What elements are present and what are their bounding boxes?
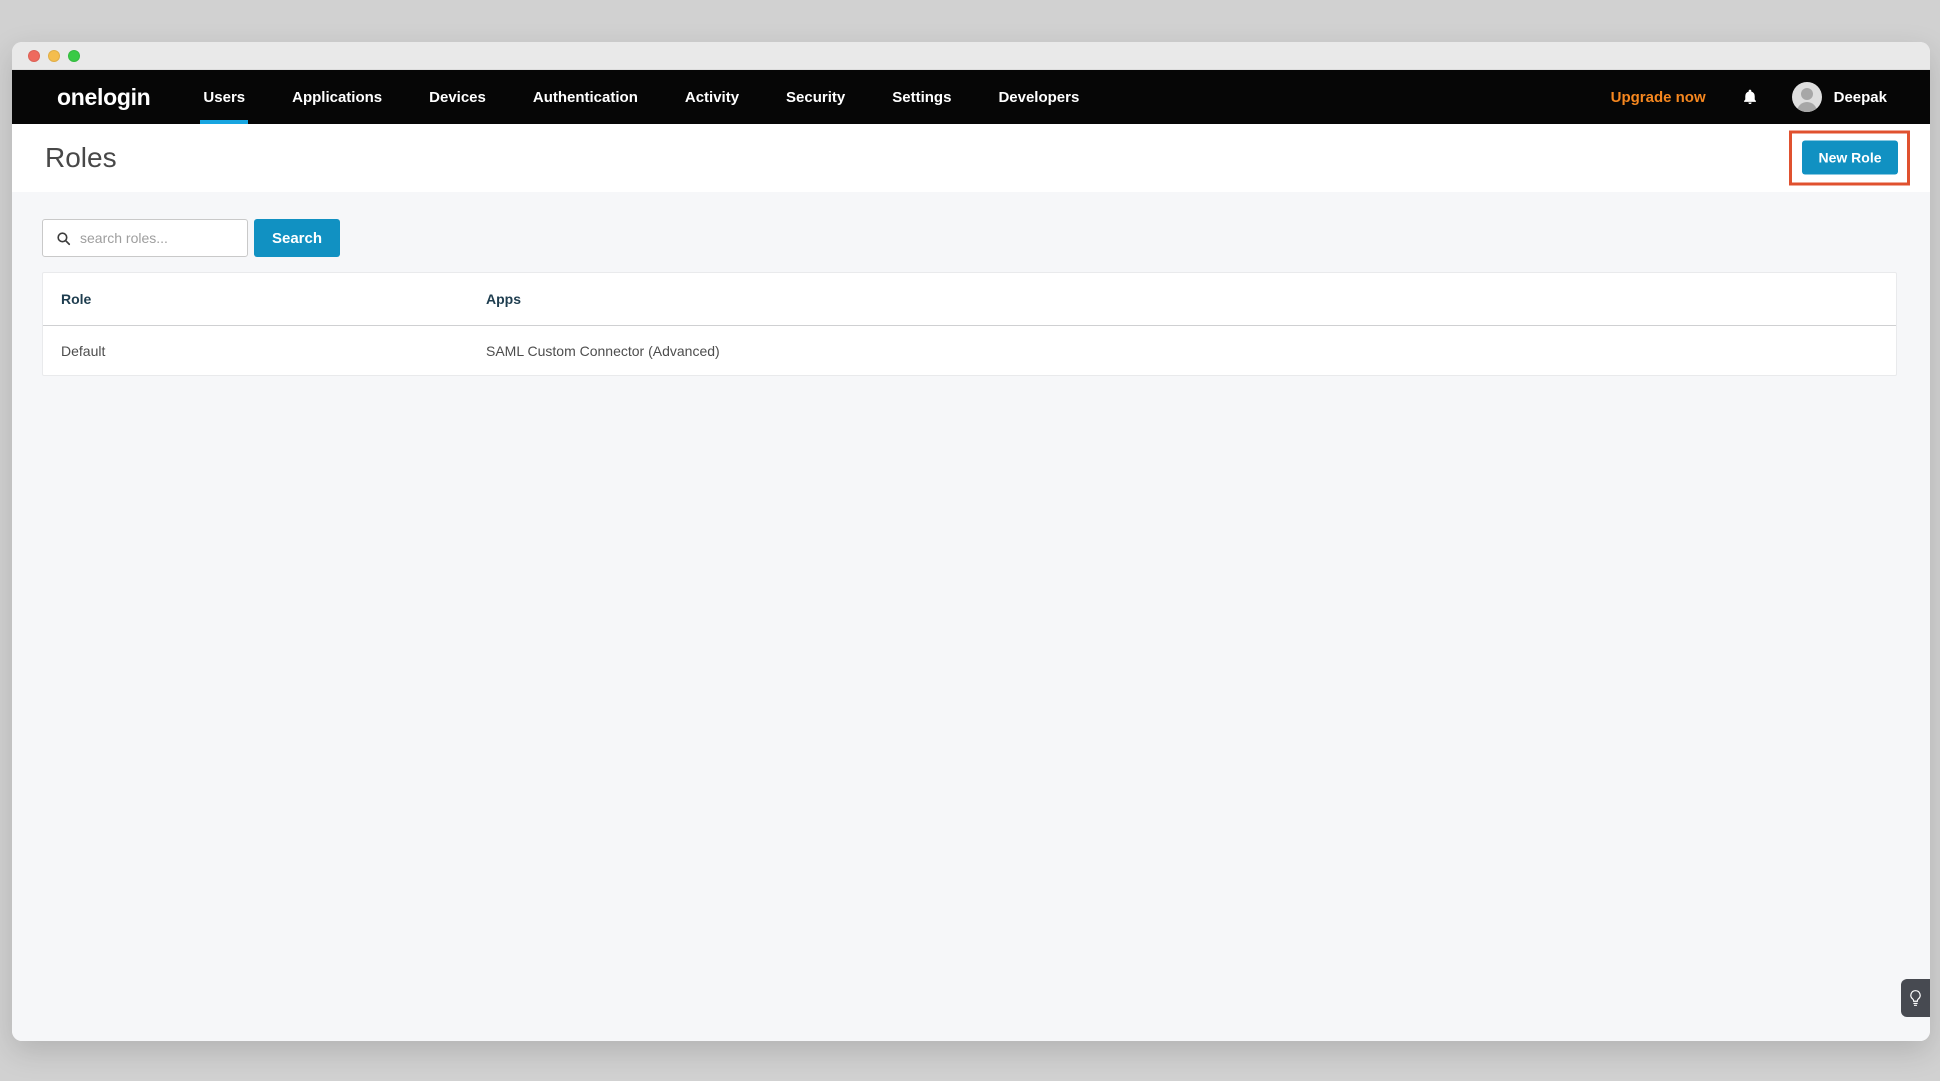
- onelogin-logo[interactable]: onelogin: [57, 84, 150, 111]
- nav-item-applications[interactable]: Applications: [289, 70, 385, 124]
- top-navigation: onelogin Users Applications Devices Auth…: [12, 70, 1930, 124]
- page-content: Search Role Apps Default SAML Custom Con…: [12, 192, 1930, 1041]
- nav-item-security[interactable]: Security: [783, 70, 848, 124]
- search-icon: [56, 231, 71, 246]
- apps-cell: SAML Custom Connector (Advanced): [486, 343, 1896, 359]
- nav-item-authentication[interactable]: Authentication: [530, 70, 641, 124]
- user-name[interactable]: Deepak: [1834, 89, 1887, 106]
- feedback-tab[interactable]: [1901, 979, 1930, 1017]
- browser-window: onelogin Users Applications Devices Auth…: [12, 42, 1930, 1041]
- desktop-background: onelogin Users Applications Devices Auth…: [0, 0, 1940, 1081]
- search-input-wrap: [42, 219, 248, 257]
- search-input[interactable]: [80, 230, 237, 246]
- column-header-apps: Apps: [486, 291, 1896, 307]
- table-header-row: Role Apps: [43, 273, 1896, 326]
- lightbulb-icon: [1909, 989, 1922, 1007]
- page-header: Roles New Role: [12, 124, 1930, 192]
- upgrade-now-link[interactable]: Upgrade now: [1611, 89, 1706, 106]
- nav-item-users[interactable]: Users: [200, 70, 248, 124]
- zoom-window-button[interactable]: [68, 50, 80, 62]
- search-button[interactable]: Search: [254, 219, 340, 257]
- nav-item-devices[interactable]: Devices: [426, 70, 489, 124]
- table-row[interactable]: Default SAML Custom Connector (Advanced): [43, 326, 1896, 375]
- nav-item-activity[interactable]: Activity: [682, 70, 742, 124]
- page-title: Roles: [45, 142, 117, 174]
- new-role-button[interactable]: New Role: [1802, 141, 1898, 175]
- roles-table: Role Apps Default SAML Custom Connector …: [42, 272, 1897, 376]
- nav-menu: Users Applications Devices Authenticatio…: [200, 70, 1082, 124]
- role-cell[interactable]: Default: [43, 343, 486, 359]
- column-header-role: Role: [43, 291, 486, 307]
- user-avatar[interactable]: [1792, 82, 1822, 112]
- nav-item-settings[interactable]: Settings: [889, 70, 954, 124]
- minimize-window-button[interactable]: [48, 50, 60, 62]
- highlight-annotation: New Role: [1789, 131, 1910, 186]
- nav-item-developers[interactable]: Developers: [995, 70, 1082, 124]
- notifications-bell-icon[interactable]: [1741, 87, 1759, 107]
- window-titlebar: [12, 42, 1930, 70]
- search-row: Search: [42, 219, 1897, 257]
- close-window-button[interactable]: [28, 50, 40, 62]
- nav-right-group: Upgrade now Deepak: [1611, 70, 1887, 124]
